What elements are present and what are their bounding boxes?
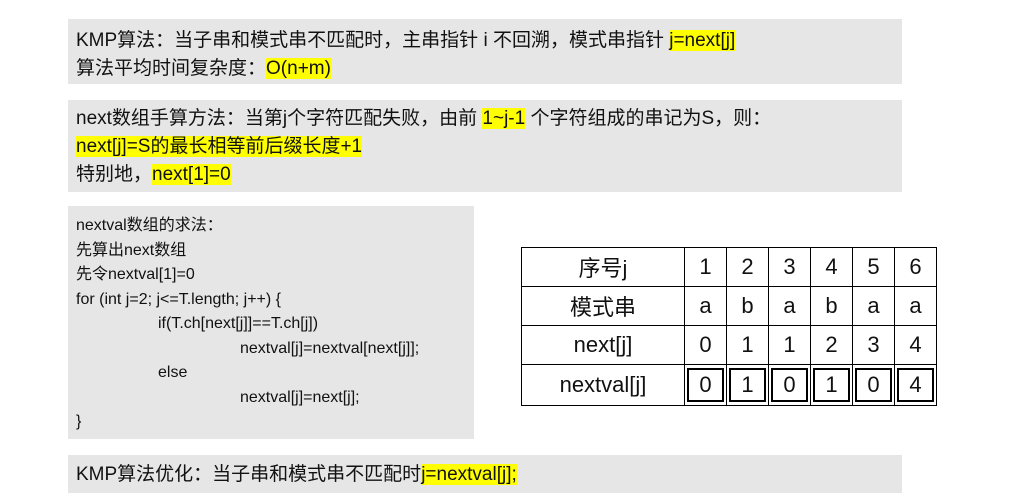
table-cell: b [726,286,769,326]
code-line: nextval数组的求法： [76,217,223,234]
table-cell: 2 [726,247,769,287]
kmp-complexity-highlight: O(n+m) [266,58,331,79]
cell-value: 0 [687,368,724,402]
table-cell: a [894,286,937,326]
row-header-index: 序号j [521,247,685,287]
cell-value: 0 [771,368,808,402]
table-cell: 2 [810,325,853,365]
table-cell: a [684,286,727,326]
code-line: 先算出next数组 [76,241,187,259]
kmp-definition-line: KMP算法：当子串和模式串不匹配时，主串指针 i 不回溯，模式串指针 j=nex… [76,27,902,55]
row-header-nextval: nextval[j] [521,364,685,406]
next-special-highlight: next[1]=0 [152,164,231,185]
table-cell: a [768,286,811,326]
code-line: else [158,364,188,381]
cell-value: 1 [729,368,766,402]
next-array-box: next数组手算方法：当第j个字符匹配失败，由前 1~j-1 个字符组成的串记为… [68,100,902,192]
table-cell: 1 [684,247,727,287]
table-cell: 4 [810,247,853,287]
next-special-text: 特别地， [76,164,153,185]
table-cell: 1 [726,364,769,406]
kmp-optimization-text: KMP算法优化：当子串和模式串不匹配时 [76,464,422,485]
table-row: 模式串 a b a b a a [521,286,937,326]
table-cell: 1 [810,364,853,406]
table-cell: a [852,286,895,326]
code-line: nextval[j]=nextval[next[j]]; [240,339,420,357]
table-cell: 0 [684,325,727,365]
table-cell: b [810,286,853,326]
table-cell: 1 [768,325,811,365]
table-row: nextval[j] 0 1 0 1 0 4 [521,364,937,406]
table-cell: 1 [726,325,769,365]
code-line: for (int j=2; j<=T.length; j++) { [76,290,282,308]
next-method-tail: 个字符组成的串记为S，则： [525,108,772,129]
cell-value: 1 [813,368,850,402]
table-row: 序号j 1 2 3 4 5 6 [521,247,937,287]
next-formula-line: next[j]=S的最长相等前后缀长度+1 [76,133,902,161]
table-cell: 6 [894,247,937,287]
code-line: 先令nextval[1]=0 [76,266,195,283]
kmp-optimization-highlight: j=nextval[j]; [421,464,517,485]
nextval-code-box: nextval数组的求法： 先算出next数组 先令nextval[1]=0 f… [68,206,474,439]
next-special-line: 特别地，next[1]=0 [76,161,902,189]
cell-value: 4 [897,368,934,402]
table-row: next[j] 0 1 1 2 3 4 [521,325,937,365]
next-method-highlight: 1~j-1 [482,108,526,129]
code-line: if(T.ch[next[j]]==T.ch[j]) [158,315,319,332]
row-header-next: next[j] [521,325,685,365]
next-method-line: next数组手算方法：当第j个字符匹配失败，由前 1~j-1 个字符组成的串记为… [76,105,902,133]
next-formula-highlight: next[j]=S的最长相等前后缀长度+1 [76,136,363,157]
table-cell: 0 [684,364,727,406]
next-nextval-table: 序号j 1 2 3 4 5 6 模式串 a b a b a a next[j] … [521,247,937,406]
kmp-complexity-text: 算法平均时间复杂度： [76,58,267,79]
kmp-complexity-line: 算法平均时间复杂度：O(n+m) [76,55,902,83]
table-cell: 5 [852,247,895,287]
table-cell: 0 [768,364,811,406]
kmp-optimization-box: KMP算法优化：当子串和模式串不匹配时j=nextval[j]; [68,455,902,493]
kmp-definition-highlight: j=next[j] [669,30,736,51]
next-method-text: next数组手算方法：当第j个字符匹配失败，由前 [76,108,483,129]
table-cell: 4 [894,325,937,365]
table-cell: 0 [852,364,895,406]
code-line: nextval[j]=next[j]; [240,388,360,406]
kmp-optimization-line: KMP算法优化：当子串和模式串不匹配时j=nextval[j]; [76,461,902,489]
code-line: } [76,413,82,430]
table-cell: 3 [852,325,895,365]
cell-value: 0 [855,368,892,402]
table-cell: 4 [894,364,937,406]
kmp-summary-box: KMP算法：当子串和模式串不匹配时，主串指针 i 不回溯，模式串指针 j=nex… [68,19,902,84]
table-cell: 3 [768,247,811,287]
kmp-definition-text: KMP算法：当子串和模式串不匹配时，主串指针 i 不回溯，模式串指针 [76,30,670,51]
row-header-pattern: 模式串 [521,286,685,326]
